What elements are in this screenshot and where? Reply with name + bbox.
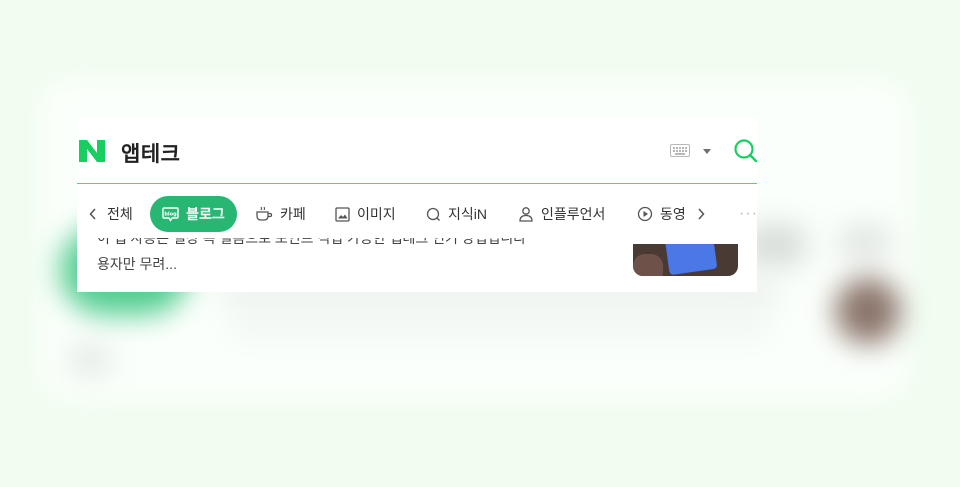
- search-panel: 앱테크 전체 blog 블로그 카페 이미지 지식iN 인플루언서 동영 ···…: [77, 118, 759, 292]
- search-divider: [77, 183, 757, 184]
- tab-image[interactable]: 이미지: [335, 196, 396, 232]
- tab-label: 전체: [107, 206, 133, 222]
- chevron-left-icon: [89, 208, 96, 220]
- person-icon: [519, 207, 533, 222]
- tab-label: 지식iN: [448, 206, 487, 222]
- blog-icon: blog: [162, 206, 179, 222]
- tabs-next-button[interactable]: [697, 196, 712, 232]
- svg-text:blog: blog: [165, 211, 178, 217]
- tab-label: 이미지: [357, 206, 396, 222]
- result-snippet[interactable]: 이 앱 사용은 일상 속 걸음으로 포인트 적립 가능한 앱테크 인기 방법입니…: [97, 238, 617, 288]
- search-icon[interactable]: [733, 138, 759, 164]
- tab-influencer[interactable]: 인플루언서: [518, 196, 605, 232]
- tab-cafe[interactable]: 카페: [255, 196, 306, 232]
- result-thumbnail[interactable]: [633, 244, 738, 276]
- snippet-line-bottom: 용자만 무려...: [97, 256, 177, 272]
- snippet-line-top: 이 앱 사용은 일상 속 걸음으로 포인트 적립 가능한 앱테크 인기 방법입니…: [97, 238, 527, 246]
- tab-label: 카페: [280, 206, 306, 222]
- search-input[interactable]: 앱테크: [121, 138, 180, 168]
- search-tabs: 전체 blog 블로그 카페 이미지 지식iN 인플루언서 동영 ···: [77, 196, 757, 232]
- search-bar: 앱테크: [77, 118, 759, 183]
- image-icon: [335, 206, 350, 222]
- tab-video[interactable]: 동영: [637, 196, 686, 232]
- tab-blog[interactable]: blog 블로그: [150, 196, 237, 232]
- cafe-cup-icon: [256, 206, 273, 221]
- kin-icon: [426, 207, 440, 221]
- keyboard-icon[interactable]: [670, 144, 690, 157]
- naver-logo-icon[interactable]: [79, 140, 105, 162]
- tab-label: 블로그: [186, 206, 225, 222]
- dropdown-caret-icon[interactable]: [703, 149, 711, 154]
- chevron-right-icon: [698, 208, 705, 220]
- play-icon: [637, 206, 653, 222]
- tab-all[interactable]: 전체: [107, 196, 133, 232]
- tab-kin[interactable]: 지식iN: [426, 196, 487, 232]
- tab-label: 인플루언서: [541, 206, 606, 222]
- tab-label: 동영: [660, 206, 686, 222]
- tabs-prev-button[interactable]: [89, 196, 104, 232]
- more-dots-icon[interactable]: ···: [739, 196, 758, 232]
